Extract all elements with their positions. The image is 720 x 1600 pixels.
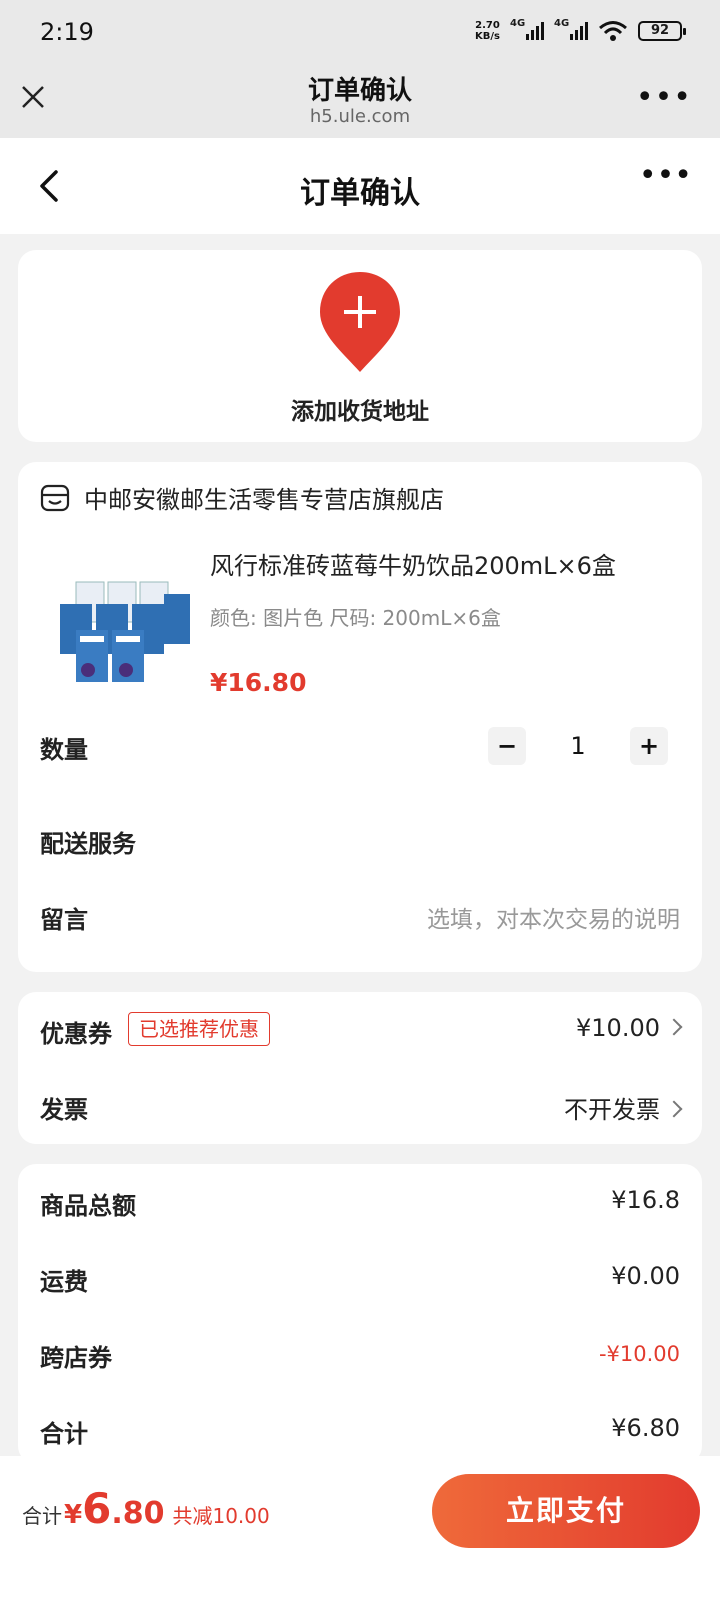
summary-shipping-value: ¥0.00 (611, 1262, 680, 1290)
note-label: 留言 (40, 906, 88, 934)
store-name: 中邮安徽邮生活零售专营店旗舰店 (84, 486, 444, 514)
summary-card: 商品总额 ¥16.8 运费 ¥0.00 跨店券 -¥10.00 合计 ¥6.80 (18, 1164, 702, 1464)
chevron-right-icon (665, 1100, 683, 1118)
status-icons: 2.70 KB/s 4G 4G 92 (475, 18, 686, 42)
quantity-label: 数量 (40, 736, 88, 764)
add-address-card[interactable]: 添加收货地址 (18, 250, 702, 442)
product-image[interactable] (46, 572, 196, 692)
note-input[interactable]: 选填，对本次交易的说明 (427, 900, 680, 934)
bottom-saved: 共减10.00 (172, 1504, 270, 1528)
summary-cross-store-coupon-label: 跨店券 (40, 1344, 112, 1372)
summary-shipping-label: 运费 (40, 1268, 88, 1296)
status-bar: 2:19 2.70 KB/s 4G 4G 92 (0, 0, 720, 68)
add-location-pin-icon (320, 272, 400, 372)
wifi-icon (599, 21, 627, 41)
store-icon (40, 484, 70, 511)
network-speed: 2.70 KB/s (475, 20, 500, 42)
page-more-icon[interactable]: ••• (639, 161, 692, 191)
coupon-badge: 已选推荐优惠 (128, 1012, 270, 1046)
browser-title: 订单确认 (307, 76, 412, 106)
order-card: 中邮安徽邮生活零售专营店旗舰店 风行标准砖蓝莓牛奶饮品200mL×6盒 颜色: … (18, 462, 702, 972)
product-price: ¥16.80 (210, 668, 307, 697)
signal-icon: 4G (510, 18, 544, 40)
summary-total-label: 合计 (40, 1420, 88, 1448)
battery-icon: 92 (638, 21, 686, 41)
summary-subtotal-value: ¥16.8 (611, 1186, 680, 1214)
status-time: 2:19 (40, 18, 94, 46)
delivery-service-label[interactable]: 配送服务 (40, 824, 136, 859)
invoice-label: 发票 (40, 1096, 88, 1124)
coupon-value-row[interactable]: ¥10.00 (576, 1014, 683, 1042)
invoice-value-row[interactable]: 不开发票 (564, 1090, 683, 1125)
quantity-increase-button[interactable]: + (630, 727, 668, 765)
chevron-right-icon (665, 1018, 683, 1036)
coupon-label: 优惠券 (40, 1020, 112, 1048)
product-title[interactable]: 风行标准砖蓝莓牛奶饮品200mL×6盒 (210, 546, 616, 581)
add-address-label: 添加收货地址 (291, 399, 429, 425)
invoice-value: 不开发票 (564, 1096, 660, 1124)
signal-icon-2: 4G (554, 18, 588, 40)
browser-url: h5.ule.com (309, 106, 411, 127)
quantity-decrease-button[interactable]: − (488, 727, 526, 765)
browser-header: 订单确认 h5.ule.com ••• (0, 68, 720, 138)
product-spec: 颜色: 图片色 尺码: 200mL×6盒 (210, 606, 501, 630)
browser-more-icon[interactable]: ••• (636, 83, 692, 113)
bottom-bar: 合计 ¥ 6 .80 共减10.00 立即支付 (0, 1456, 720, 1600)
quantity-value: 1 (570, 732, 586, 760)
bottom-total: 合计 ¥ 6 .80 共减10.00 (22, 1484, 270, 1533)
coupon-value: ¥10.00 (576, 1014, 660, 1042)
page-title: 订单确认 (300, 176, 420, 211)
bottom-currency: ¥ (64, 1500, 83, 1530)
page-header: 订单确认 ••• (0, 138, 720, 234)
bottom-amount-int: 6 (82, 1484, 112, 1533)
summary-cross-store-coupon-value: -¥10.00 (598, 1342, 680, 1366)
store-row[interactable]: 中邮安徽邮生活零售专营店旗舰店 (40, 480, 444, 515)
pay-now-button[interactable]: 立即支付 (432, 1474, 700, 1548)
bottom-total-label: 合计 (22, 1504, 62, 1528)
bottom-amount-dec: .80 (111, 1496, 165, 1531)
summary-total-value: ¥6.80 (611, 1414, 680, 1442)
summary-subtotal-label: 商品总额 (40, 1192, 136, 1220)
coupon-card: 优惠券 已选推荐优惠 ¥10.00 发票 不开发票 (18, 992, 702, 1144)
